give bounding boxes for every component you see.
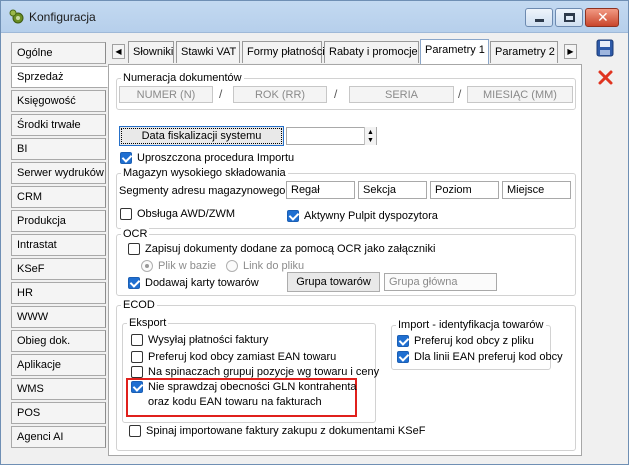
nav-item-ogolne[interactable]: Ogólne <box>11 42 106 64</box>
nav-item-wms[interactable]: WMS <box>11 378 106 400</box>
nie-sprawdzaj-gln-label-2: oraz kodu EAN towaru na fakturach <box>148 396 322 408</box>
spin-down-icon: ▼ <box>367 137 374 144</box>
numeracja-field-seria[interactable]: SERIA <box>349 86 454 103</box>
settings-panel: Numeracja dokumentów NUMER (N) / ROK (RR… <box>108 64 582 456</box>
numeracja-field-rok[interactable]: ROK (RR) <box>233 86 327 103</box>
nav-item-produkcja[interactable]: Produkcja <box>11 210 106 232</box>
spinacze-grupuj-label: Na spinaczach grupuj pozycje wg towaru i… <box>148 366 380 378</box>
segmenty-label: Segmenty adresu magazynowego: <box>119 185 289 197</box>
nav-item-hr[interactable]: HR <box>11 282 106 304</box>
nav-item-sprzedaz[interactable]: Sprzedaż <box>11 66 108 88</box>
tabs-scroll-left-button[interactable]: ◀ <box>112 44 125 59</box>
spinaj-ksef-label: Spinaj importowane faktury zakupu z doku… <box>146 425 426 437</box>
title-bar: Konfiguracja ✕ <box>1 1 628 33</box>
wysylaj-platnosci-checkbox[interactable] <box>131 334 143 346</box>
spinacze-grupuj-checkbox[interactable] <box>131 366 143 378</box>
ecod-group-label: ECOD <box>121 299 157 311</box>
preferuj-kod-z-pliku-label: Preferuj kod obcy z pliku <box>414 335 534 347</box>
magazyn-group-label: Magazyn wysokiego składowania <box>121 167 288 179</box>
close-window-button[interactable]: ✕ <box>585 8 619 27</box>
numeracja-field-miesiac[interactable]: MIESIĄC (MM) <box>467 86 573 103</box>
pulpit-dyspozytora-checkbox[interactable] <box>287 210 299 222</box>
dodawaj-karty-checkbox[interactable] <box>128 277 140 289</box>
tab-formy-platnosci[interactable]: Formy płatności <box>242 41 325 63</box>
tab-stawki-vat[interactable]: Stawki VAT <box>176 41 240 63</box>
window-title: Konfiguracja <box>29 10 96 24</box>
separator: / <box>219 87 223 101</box>
fiskalizacja-spinner[interactable]: ▲ ▼ <box>364 127 376 145</box>
close-icon: ✕ <box>597 10 609 26</box>
import-group-label: Import - identyfikacja towarów <box>396 319 546 331</box>
fiskalizacja-button[interactable]: Data fiskalizacji systemu <box>119 126 284 146</box>
preferuj-kod-z-pliku-checkbox[interactable] <box>397 335 409 347</box>
preferuj-kod-obcy-label: Preferuj kod obcy zamiast EAN towaru <box>148 351 337 363</box>
separator: / <box>458 87 462 101</box>
nie-sprawdzaj-gln-label-1: Nie sprawdzaj obecności GLN kontrahenta <box>148 381 357 393</box>
awd-zwm-checkbox[interactable] <box>120 208 132 220</box>
nie-sprawdzaj-gln-checkbox[interactable] <box>131 381 143 393</box>
separator: / <box>334 87 338 101</box>
preferuj-kod-obcy-checkbox[interactable] <box>131 351 143 363</box>
tab-parametry-2[interactable]: Parametry 2 <box>490 41 558 63</box>
ocr-zapisuj-checkbox[interactable] <box>128 243 140 255</box>
uproszczona-procedura-checkbox[interactable] <box>120 152 132 164</box>
nav-item-aplikacje[interactable]: Aplikacje <box>11 354 106 376</box>
maximize-icon <box>564 13 575 22</box>
nav-item-ksef[interactable]: KSeF <box>11 258 106 280</box>
nav-item-crm[interactable]: CRM <box>11 186 106 208</box>
tabs-scroll-right-button[interactable]: ▶ <box>564 44 577 59</box>
config-window: Konfiguracja ✕ Ogólne Sprzedaż Księgowoś… <box>0 0 629 465</box>
plik-w-bazie-radio[interactable] <box>141 260 153 272</box>
segment-sekcja-input[interactable]: Sekcja <box>358 181 427 199</box>
nav-item-www[interactable]: WWW <box>11 306 106 328</box>
spinaj-ksef-checkbox[interactable] <box>129 425 141 437</box>
numeracja-group-label: Numeracja dokumentów <box>121 72 244 84</box>
numeracja-field-numer[interactable]: NUMER (N) <box>119 86 213 103</box>
uproszczona-procedura-label: Uproszczona procedura Importu <box>137 152 295 164</box>
ean-preferuj-kod-checkbox[interactable] <box>397 351 409 363</box>
ocr-group-label: OCR <box>121 228 150 240</box>
segment-miejsce-input[interactable]: Miejsce <box>502 181 571 199</box>
nav-item-ksiegowosc[interactable]: Księgowość <box>11 90 106 112</box>
nav-item-srodki-trwale[interactable]: Środki trwałe <box>11 114 106 136</box>
pulpit-dyspozytora-label: Aktywny Pulpit dyspozytora <box>304 210 438 222</box>
grupa-towarow-button[interactable]: Grupa towarów <box>287 272 380 292</box>
ocr-zapisuj-label: Zapisuj dokumenty dodane za pomocą OCR j… <box>145 243 436 255</box>
segment-regal-input[interactable]: Regał <box>286 181 355 199</box>
nav-item-pos[interactable]: POS <box>11 402 106 424</box>
nav-item-serwer-wydrukow[interactable]: Serwer wydruków <box>11 162 106 184</box>
dodawaj-karty-label: Dodawaj karty towarów <box>145 277 259 289</box>
triangle-right-icon: ▶ <box>567 47 574 56</box>
tab-slowniki[interactable]: Słowniki <box>128 41 174 63</box>
segment-poziom-input[interactable]: Poziom <box>430 181 499 199</box>
cancel-icon[interactable] <box>597 69 614 86</box>
eksport-group-label: Eksport <box>127 317 169 329</box>
link-do-pliku-label: Link do pliku <box>243 260 305 272</box>
nav-item-agenci-ai[interactable]: Agenci AI <box>11 426 106 448</box>
save-icon[interactable] <box>596 39 614 57</box>
tab-rabaty-i-promocje[interactable]: Rabaty i promocje <box>324 41 419 63</box>
tab-parametry-1[interactable]: Parametry 1 <box>420 39 489 65</box>
awd-zwm-label: Obsługa AWD/ZWM <box>137 208 235 220</box>
triangle-left-icon: ◀ <box>115 47 122 56</box>
import-group <box>391 325 551 370</box>
spin-up-icon: ▲ <box>367 129 374 136</box>
grupa-towarow-input[interactable]: Grupa główna <box>384 273 497 291</box>
nav-item-obieg-dok[interactable]: Obieg dok. <box>11 330 106 352</box>
settings-gear-icon <box>9 9 24 24</box>
minimize-button[interactable] <box>525 8 553 27</box>
plik-w-bazie-label: Plik w bazie <box>158 260 217 272</box>
minimize-icon <box>535 19 544 22</box>
maximize-button[interactable] <box>555 8 583 27</box>
link-do-pliku-radio[interactable] <box>226 260 238 272</box>
nav-item-intrastat[interactable]: Intrastat <box>11 234 106 256</box>
ean-preferuj-kod-label: Dla linii EAN preferuj kod obcy <box>414 351 563 363</box>
nav-item-bi[interactable]: BI <box>11 138 106 160</box>
wysylaj-platnosci-label: Wysyłaj płatności faktury <box>148 334 269 346</box>
